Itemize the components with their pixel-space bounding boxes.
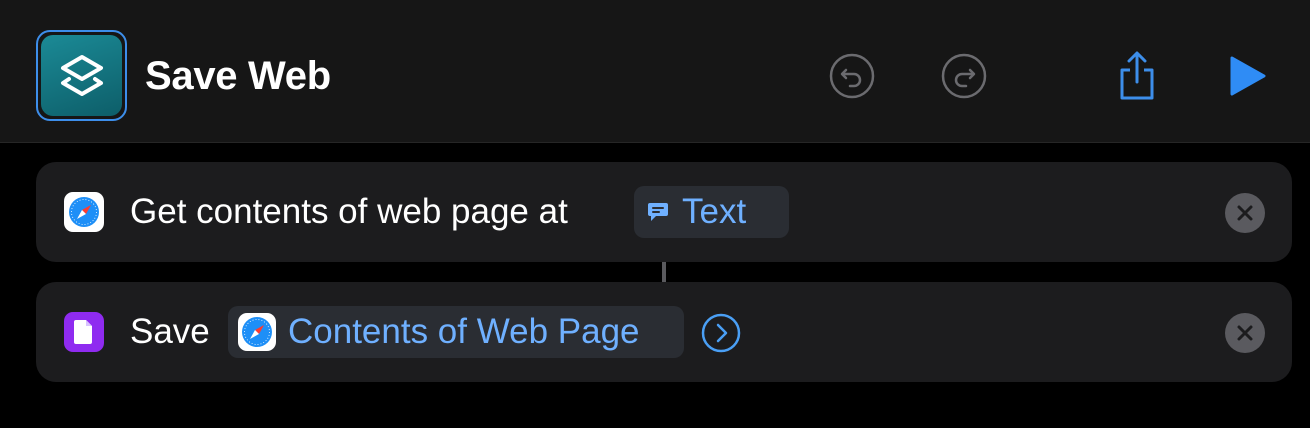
close-icon (1237, 325, 1253, 341)
close-icon (1237, 205, 1253, 221)
action-connector (662, 262, 666, 282)
shortcut-app-icon[interactable] (36, 30, 127, 121)
action-label: Save (130, 312, 210, 351)
chevron-right-circle-icon (701, 313, 741, 353)
files-document-icon (64, 312, 104, 352)
undo-button[interactable] (829, 53, 875, 99)
expand-action-button[interactable] (701, 313, 741, 353)
redo-button[interactable] (941, 53, 987, 99)
shortcut-title[interactable]: Save Web (145, 52, 331, 100)
safari-compass-icon (238, 313, 276, 351)
remove-action-button[interactable] (1225, 313, 1265, 353)
variable-label: Text (682, 192, 747, 231)
remove-action-button[interactable] (1225, 193, 1265, 233)
shortcuts-layers-icon (41, 35, 122, 116)
action-save-file[interactable]: Save Contents of Web Page (36, 282, 1292, 382)
contents-of-web-page-token[interactable]: Contents of Web Page (228, 306, 684, 358)
text-variable-token[interactable]: Text (634, 186, 789, 238)
undo-icon (829, 53, 875, 99)
action-get-contents-of-web-page[interactable]: Get contents of web page at Text (36, 162, 1292, 262)
text-bubble-icon (646, 200, 670, 224)
share-icon (1120, 51, 1154, 100)
share-button[interactable] (1114, 50, 1160, 102)
action-label: Get contents of web page at (130, 192, 568, 231)
redo-icon (941, 53, 987, 99)
toolbar: Save Web (0, 0, 1310, 143)
play-icon (1230, 56, 1266, 96)
run-button[interactable] (1224, 54, 1268, 98)
variable-label: Contents of Web Page (288, 312, 640, 351)
safari-compass-icon (64, 192, 104, 232)
